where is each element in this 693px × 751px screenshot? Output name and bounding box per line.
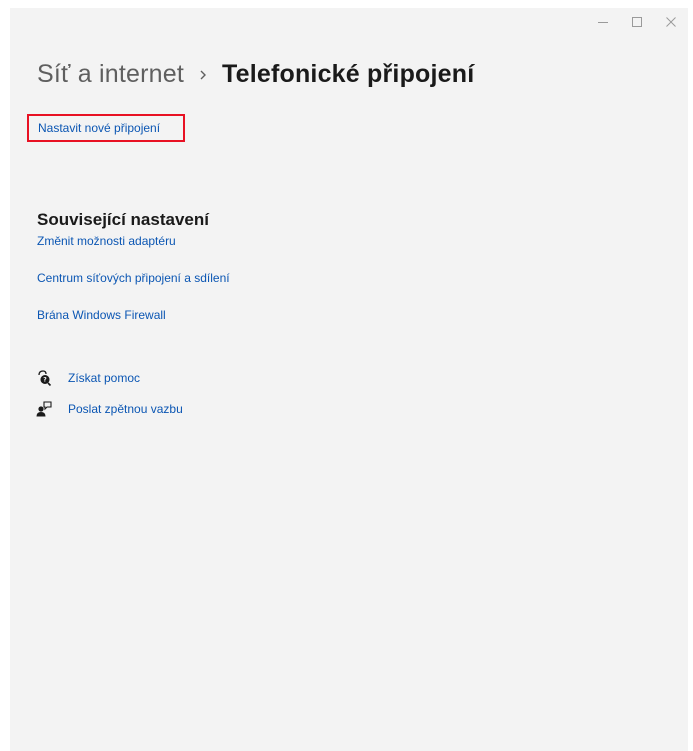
change-adapter-options-link[interactable]: Změnit možnosti adaptéru	[37, 234, 176, 248]
page-title: Telefonické připojení	[221, 60, 475, 88]
maximize-icon	[632, 17, 642, 27]
breadcrumb: Síť a internet Telefonické připojení	[37, 60, 474, 89]
settings-window: Síť a internet Telefonické připojení Nas…	[10, 8, 688, 751]
network-sharing-center-link[interactable]: Centrum síťových připojení a sdílení	[37, 271, 230, 285]
minimize-icon	[598, 22, 608, 23]
close-button[interactable]	[654, 8, 688, 36]
minimize-button[interactable]	[586, 8, 620, 36]
maximize-button[interactable]	[620, 8, 654, 36]
highlight-box: Nastavit nové připojení	[27, 114, 185, 142]
breadcrumb-parent-link[interactable]: Síť a internet	[37, 60, 184, 89]
get-help-icon: ?	[36, 370, 52, 386]
send-feedback-link[interactable]: Poslat zpětnou vazbu	[68, 402, 183, 416]
get-help-item[interactable]: ? Získat pomoc	[36, 370, 140, 386]
chevron-right-icon	[184, 61, 222, 89]
related-settings-title: Související nastavení	[37, 210, 209, 229]
send-feedback-item[interactable]: Poslat zpětnou vazbu	[36, 401, 183, 417]
svg-text:?: ?	[43, 377, 47, 384]
feedback-icon	[36, 401, 52, 417]
windows-firewall-link[interactable]: Brána Windows Firewall	[37, 308, 166, 322]
get-help-link[interactable]: Získat pomoc	[68, 371, 140, 385]
setup-new-connection-link[interactable]: Nastavit nové připojení	[38, 121, 160, 135]
close-icon	[666, 17, 676, 27]
caption-buttons	[586, 8, 688, 36]
